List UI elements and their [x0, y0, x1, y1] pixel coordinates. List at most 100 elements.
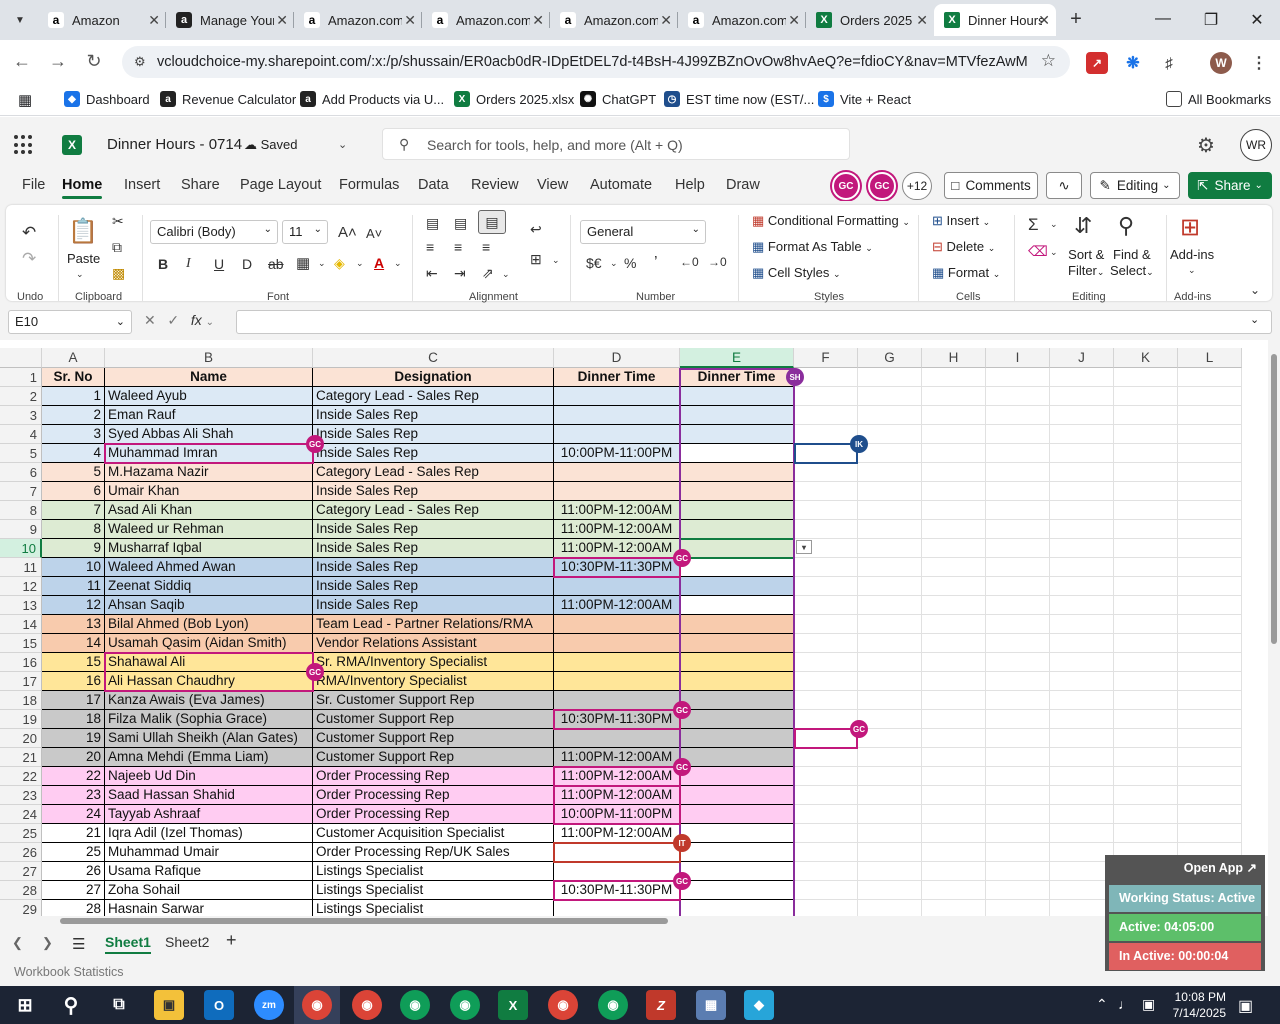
tab-draw[interactable]: Draw [726, 177, 760, 193]
chevron-down-icon[interactable]: ⌄ [206, 317, 214, 328]
browser-tab[interactable]: a Amazon.com ✕ [294, 4, 422, 36]
format-painter-icon[interactable]: ▩ [112, 265, 125, 282]
empty-cell[interactable] [1178, 368, 1242, 387]
sr-no-cell[interactable]: 27 [42, 881, 105, 900]
empty-cell[interactable] [858, 634, 922, 653]
empty-cell[interactable] [858, 444, 922, 463]
name-cell[interactable]: Tayyab Ashraaf [105, 805, 313, 824]
empty-cell[interactable] [794, 634, 858, 653]
empty-cell[interactable] [858, 767, 922, 786]
empty-cell[interactable] [922, 748, 986, 767]
empty-cell[interactable] [858, 900, 922, 916]
align-middle-icon[interactable]: ▤ [454, 215, 467, 232]
next-sheet-icon[interactable]: ❯ [42, 935, 53, 951]
empty-cell[interactable] [986, 672, 1050, 691]
bold-icon[interactable]: B [158, 256, 168, 272]
cell-styles-button[interactable]: ▦ Cell Styles ⌄ [752, 265, 841, 281]
empty-cell[interactable] [986, 653, 1050, 672]
empty-cell[interactable] [922, 672, 986, 691]
empty-cell[interactable] [1178, 558, 1242, 577]
conditional-formatting-button[interactable]: ▦ Conditional Formatting ⌄ [752, 213, 910, 229]
designation-cell[interactable]: Listings Specialist [313, 862, 554, 881]
row-header[interactable]: 10 [0, 539, 42, 558]
copy-icon[interactable]: ⧉ [112, 239, 122, 256]
tab-insert[interactable]: Insert [124, 177, 160, 193]
chevron-down-icon[interactable]: ⌄ [552, 255, 560, 266]
font-name-select[interactable]: Calibri (Body) ⌄ [150, 220, 278, 244]
row-header[interactable]: 20 [0, 729, 42, 748]
empty-cell[interactable] [858, 406, 922, 425]
empty-cell[interactable] [1178, 596, 1242, 615]
empty-cell[interactable] [794, 748, 858, 767]
editing-mode-button[interactable]: ✎ Editing ⌄ [1090, 172, 1180, 199]
empty-cell[interactable] [794, 425, 858, 444]
name-cell[interactable]: Usamah Qasim (Aidan Smith) [105, 634, 313, 653]
share-button[interactable]: ⇱ Share ⌄ [1188, 172, 1272, 199]
add-ins-button[interactable]: Add-ins [1170, 247, 1214, 262]
designation-cell[interactable]: Team Lead - Partner Relations/RMA [313, 615, 554, 634]
row-header[interactable]: 21 [0, 748, 42, 767]
name-cell[interactable]: Umair Khan [105, 482, 313, 501]
row-header[interactable]: 2 [0, 387, 42, 406]
name-cell[interactable]: Bilal Ahmed (Bob Lyon) [105, 615, 313, 634]
sr-no-cell[interactable]: 16 [42, 672, 105, 691]
ribbon-collapse-icon[interactable]: ⌄ [1250, 283, 1260, 297]
empty-cell[interactable] [986, 786, 1050, 805]
formula-input[interactable] [236, 310, 1272, 334]
dinner-time-cell[interactable]: 11:00PM-12:00AM [554, 824, 680, 843]
dinner-time-cell[interactable]: 11:00PM-12:00AM [554, 501, 680, 520]
designation-cell[interactable]: Customer Acquisition Specialist [313, 824, 554, 843]
new-tab-button[interactable]: + [1064, 8, 1088, 32]
designation-cell[interactable]: Order Processing Rep [313, 786, 554, 805]
browser-tab[interactable]: X Orders 2025 ✕ [806, 4, 934, 36]
open-app-link[interactable]: Open App ↗ [1184, 860, 1257, 875]
designation-cell[interactable]: Category Lead - Sales Rep [313, 387, 554, 406]
outlook-icon[interactable]: O [204, 990, 234, 1020]
empty-cell[interactable] [1050, 691, 1114, 710]
empty-cell[interactable] [858, 805, 922, 824]
empty-cell[interactable] [794, 558, 858, 577]
empty-cell[interactable] [986, 520, 1050, 539]
close-tab-icon[interactable]: ✕ [660, 12, 672, 29]
name-cell[interactable]: Eman Rauf [105, 406, 313, 425]
empty-cell[interactable] [794, 710, 858, 729]
presence-more-button[interactable]: +12 [902, 172, 932, 200]
dinner-time-cell[interactable] [554, 482, 680, 501]
empty-cell[interactable] [1114, 634, 1178, 653]
empty-cell[interactable] [986, 767, 1050, 786]
empty-cell[interactable] [1114, 710, 1178, 729]
increase-decimal-icon[interactable]: ←0 [680, 255, 699, 269]
empty-cell[interactable] [1050, 748, 1114, 767]
dinner-time-cell[interactable] [554, 634, 680, 653]
pdf-extension-icon[interactable]: ↗ [1086, 52, 1108, 74]
empty-cell[interactable] [858, 501, 922, 520]
empty-cell[interactable] [986, 501, 1050, 520]
column-header[interactable]: I [986, 348, 1050, 368]
empty-cell[interactable] [922, 900, 986, 916]
close-tab-icon[interactable]: ✕ [404, 12, 416, 29]
site-info-icon[interactable]: ⚙ [134, 54, 146, 70]
row-header[interactable]: 11 [0, 558, 42, 577]
chevron-down-icon[interactable]: ⌄ [1188, 265, 1196, 276]
sr-no-cell[interactable]: 20 [42, 748, 105, 767]
row-header[interactable]: 4 [0, 425, 42, 444]
bookmark-item[interactable]: ✺ ChatGPT [580, 91, 656, 107]
empty-cell[interactable] [986, 843, 1050, 862]
orientation-icon[interactable]: ⇗ [482, 265, 494, 282]
sheet-tab-sheet2[interactable]: Sheet2 [165, 934, 209, 950]
empty-cell[interactable] [858, 482, 922, 501]
empty-cell[interactable] [986, 463, 1050, 482]
column-header[interactable]: H [922, 348, 986, 368]
empty-cell[interactable] [1114, 558, 1178, 577]
designation-cell[interactable]: Inside Sales Rep [313, 425, 554, 444]
cut-icon[interactable]: ✂ [112, 213, 124, 230]
empty-cell[interactable] [1050, 463, 1114, 482]
empty-cell[interactable] [922, 501, 986, 520]
sr-no-cell[interactable]: 3 [42, 425, 105, 444]
empty-cell[interactable] [922, 520, 986, 539]
font-color-icon[interactable]: A [374, 255, 384, 271]
tray-overflow-icon[interactable]: ⌃ [1096, 996, 1108, 1013]
designation-cell[interactable]: Sr. Customer Support Rep [313, 691, 554, 710]
empty-cell[interactable] [794, 653, 858, 672]
chrome-icon[interactable]: ◉ [302, 990, 332, 1020]
